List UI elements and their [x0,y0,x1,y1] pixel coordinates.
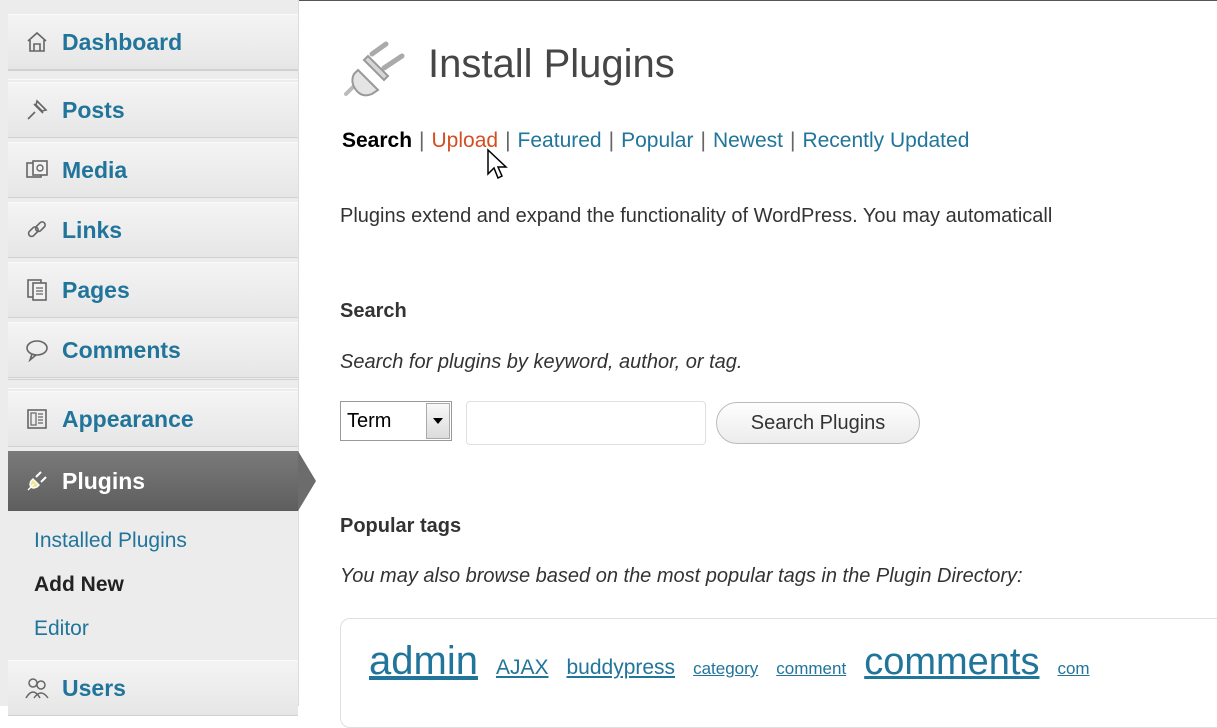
plugins-page-icon [340,40,410,100]
search-plugins-button[interactable]: Search Plugins [716,402,920,444]
intro-text: Plugins extend and expand the functional… [340,205,1053,227]
sidebar-item-label: Media [62,156,128,183]
popular-tags-description: You may also browse based on the most po… [340,565,1023,587]
sidebar-item-label: Posts [62,96,125,123]
search-heading: Search [340,300,407,322]
tab-featured[interactable]: Featured [518,129,602,152]
select-value: Term [347,409,392,432]
submenu-installed-plugins[interactable]: Installed Plugins [34,529,187,553]
users-icon [22,673,52,703]
sidebar-item-pages[interactable]: Pages [8,262,298,318]
pages-icon [22,275,52,305]
tab-recently-updated[interactable]: Recently Updated [802,129,969,152]
tab-separator: | [789,129,796,152]
page-title: Install Plugins [428,42,675,86]
tab-separator: | [608,129,615,152]
tag-link[interactable]: AJAX [496,656,549,680]
sidebar-item-plugins[interactable]: Plugins [8,451,298,511]
media-icon [22,155,52,185]
sidebar-item-posts[interactable]: Posts [8,82,298,138]
tag-link[interactable]: buddypress [566,656,675,680]
plug-icon [22,466,52,496]
tag-link[interactable]: category [693,659,758,679]
sidebar-border [298,0,299,706]
tag-link[interactable]: com [1057,659,1089,679]
active-menu-arrow [298,451,316,511]
sidebar-item-label: Links [62,216,123,243]
sidebar-item-users[interactable]: Users [8,660,298,716]
comment-bubble-icon [22,335,52,365]
plugin-install-tabs: Search | Upload | Featured | Popular | Newest | Re… [342,129,969,153]
appearance-icon [22,404,52,434]
sidebar-item-dashboard[interactable]: Dashboard [8,14,298,70]
tag-link[interactable]: comments [864,641,1039,684]
search-input[interactable] [466,401,706,445]
dashboard-icon [22,27,52,57]
submenu-editor[interactable]: Editor [34,617,89,641]
search-type-select[interactable]: Term [340,401,452,441]
tab-separator: | [419,129,425,152]
menu-separator [8,70,298,80]
link-icon [22,215,52,245]
pushpin-icon [22,95,52,125]
search-description: Search for plugins by keyword, author, o… [340,351,743,373]
tag-link[interactable]: comment [776,659,846,679]
sidebar-item-links[interactable]: Links [8,202,298,258]
menu-separator [8,379,298,389]
tag-link[interactable]: admin [369,639,478,684]
mouse-pointer-icon [486,148,508,182]
tab-search[interactable]: Search [342,129,412,152]
sidebar-item-label: Plugins [62,467,146,494]
tab-popular[interactable]: Popular [621,129,693,152]
tag-cloud: admin AJAX buddypress category comment commen… [340,618,1217,728]
chevron-down-icon[interactable] [426,403,450,439]
popular-tags-heading: Popular tags [340,515,462,537]
admin-sidebar: Dashboard Posts Media Links Pages Commen… [0,0,298,706]
submenu-add-new[interactable]: Add New [34,573,124,597]
sidebar-item-label: Appearance [62,405,194,432]
sidebar-item-label: Users [62,674,126,701]
sidebar-item-media[interactable]: Media [8,142,298,198]
tab-newest[interactable]: Newest [713,129,783,152]
tab-separator: | [700,129,706,152]
sidebar-item-appearance[interactable]: Appearance [8,391,298,447]
sidebar-item-label: Pages [62,276,130,303]
sidebar-item-label: Dashboard [62,28,183,55]
sidebar-item-label: Comments [62,336,181,363]
sidebar-item-comments[interactable]: Comments [8,322,298,378]
